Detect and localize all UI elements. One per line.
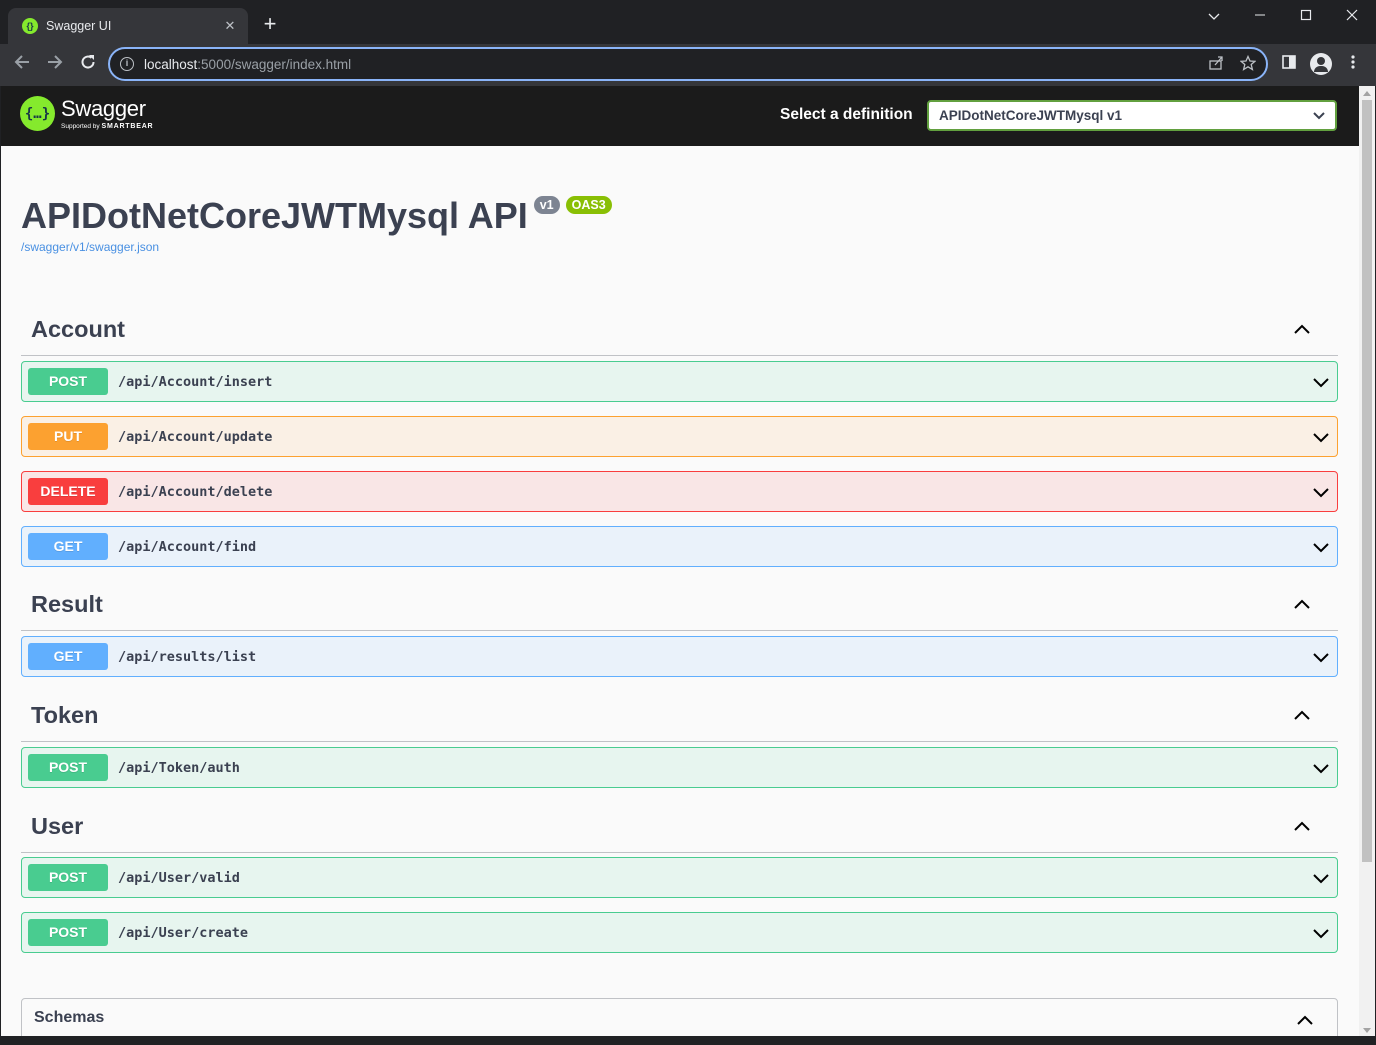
operation-get-api-account-find[interactable]: GET/api/Account/find <box>21 526 1338 567</box>
chevron-down-icon <box>1313 111 1325 119</box>
api-info: APIDotNetCoreJWTMysql API v1 OAS3 /swagg… <box>21 194 612 254</box>
chevron-down-icon <box>1313 487 1329 497</box>
tag-title: Result <box>31 591 103 617</box>
back-icon[interactable] <box>10 53 34 77</box>
taskbar-strip <box>0 1036 1376 1045</box>
swagger-topbar: {…} Swagger Supported by SMARTBEAR Selec… <box>1 86 1359 146</box>
forward-icon[interactable] <box>43 53 67 77</box>
chevron-up-icon <box>1294 710 1310 720</box>
operation-path: /api/User/valid <box>118 869 240 886</box>
tag-section-user[interactable]: User <box>21 801 1338 853</box>
method-badge-put: PUT <box>28 423 108 450</box>
swagger-logo-icon: {…} <box>20 96 55 131</box>
tab-close-icon[interactable]: ✕ <box>222 18 238 34</box>
reload-icon[interactable] <box>76 53 100 77</box>
chevron-down-icon <box>1313 377 1329 387</box>
operation-path: /api/Account/update <box>118 428 273 445</box>
address-bar[interactable]: i localhost:5000/swagger/index.html <box>108 47 1268 81</box>
spec-json-link[interactable]: /swagger/v1/swagger.json <box>21 240 612 254</box>
operation-path: /api/Token/auth <box>118 759 240 776</box>
operation-path: /api/results/list <box>118 648 257 665</box>
schemas-section[interactable]: Schemas <box>21 998 1338 1036</box>
swagger-logo-name: Swagger <box>61 95 146 121</box>
chevron-down-icon <box>1313 432 1329 442</box>
method-badge-get: GET <box>28 533 108 560</box>
operation-path: /api/Account/insert <box>118 373 273 390</box>
tag-title: Account <box>31 316 125 342</box>
method-badge-post: POST <box>28 754 108 781</box>
chevron-down-icon <box>1313 873 1329 883</box>
tag-title: Token <box>31 702 99 728</box>
scroll-up-icon[interactable] <box>1363 91 1371 96</box>
chevron-up-icon <box>1294 821 1310 831</box>
method-badge-post: POST <box>28 864 108 891</box>
swagger-logo[interactable]: {…} Swagger Supported by SMARTBEAR <box>20 96 153 131</box>
maximize-icon[interactable] <box>1291 4 1321 28</box>
chevron-down-icon <box>1313 652 1329 662</box>
definition-select[interactable]: APIDotNetCoreJWTMysql v1 <box>927 100 1337 131</box>
method-badge-get: GET <box>28 643 108 670</box>
tag-section-result[interactable]: Result <box>21 579 1338 631</box>
bookmark-star-icon[interactable] <box>1238 54 1258 75</box>
browser-tabstrip: {} Swagger UI ✕ + <box>0 0 1376 44</box>
share-icon[interactable] <box>1206 55 1226 75</box>
browser-menu-icon[interactable] <box>1342 54 1364 76</box>
side-panel-icon[interactable] <box>1278 54 1300 76</box>
chevron-down-icon <box>1313 928 1329 938</box>
oas-badge: OAS3 <box>565 196 612 214</box>
url-path: :5000/swagger/index.html <box>197 56 352 72</box>
method-badge-delete: DELETE <box>28 478 108 505</box>
api-title: APIDotNetCoreJWTMysql API <box>21 195 528 236</box>
method-badge-post: POST <box>28 368 108 395</box>
operation-path: /api/Account/delete <box>118 483 273 500</box>
chevron-down-icon <box>1313 542 1329 552</box>
chevron-up-icon <box>1294 324 1310 334</box>
method-badge-post: POST <box>28 919 108 946</box>
browser-tab[interactable]: {} Swagger UI ✕ <box>8 8 248 44</box>
chevron-up-icon <box>1297 1015 1313 1025</box>
minimize-icon[interactable] <box>1245 4 1275 28</box>
operation-post-api-user-valid[interactable]: POST/api/User/valid <box>21 857 1338 898</box>
swagger-favicon-icon: {} <box>22 18 38 34</box>
definition-selected-value: APIDotNetCoreJWTMysql v1 <box>939 108 1123 123</box>
chevron-down-icon <box>1313 763 1329 773</box>
browser-toolbar: i localhost:5000/swagger/index.html <box>0 44 1376 86</box>
page-scrollbar[interactable] <box>1359 86 1375 1036</box>
scroll-down-icon[interactable] <box>1363 1028 1371 1033</box>
tab-search-icon[interactable] <box>1199 4 1229 28</box>
operation-post-api-user-create[interactable]: POST/api/User/create <box>21 912 1338 953</box>
version-badge: v1 <box>533 196 560 214</box>
tag-section-token[interactable]: Token <box>21 690 1338 742</box>
close-window-icon[interactable] <box>1337 4 1367 28</box>
profile-avatar-icon[interactable] <box>1310 53 1332 75</box>
tab-title: Swagger UI <box>46 19 112 33</box>
url-host: localhost <box>144 56 198 72</box>
operation-get-api-results-list[interactable]: GET/api/results/list <box>21 636 1338 677</box>
operation-path: /api/Account/find <box>118 538 257 555</box>
tag-section-account[interactable]: Account <box>21 304 1338 356</box>
operation-post-api-token-auth[interactable]: POST/api/Token/auth <box>21 747 1338 788</box>
swagger-page: {…} Swagger Supported by SMARTBEAR Selec… <box>1 86 1359 1036</box>
operation-put-api-account-update[interactable]: PUT/api/Account/update <box>21 416 1338 457</box>
swagger-logo-sub: Supported by SMARTBEAR <box>61 122 154 130</box>
definition-label: Select a definition <box>780 106 913 123</box>
scrollbar-thumb[interactable] <box>1362 100 1372 862</box>
chevron-up-icon <box>1294 599 1310 609</box>
tag-title: User <box>31 813 84 839</box>
operation-delete-api-account-delete[interactable]: DELETE/api/Account/delete <box>21 471 1338 512</box>
operation-post-api-account-insert[interactable]: POST/api/Account/insert <box>21 361 1338 402</box>
schemas-title: Schemas <box>34 1009 105 1026</box>
operation-path: /api/User/create <box>118 924 249 941</box>
new-tab-button[interactable]: + <box>258 12 282 36</box>
site-info-icon[interactable]: i <box>120 57 134 71</box>
